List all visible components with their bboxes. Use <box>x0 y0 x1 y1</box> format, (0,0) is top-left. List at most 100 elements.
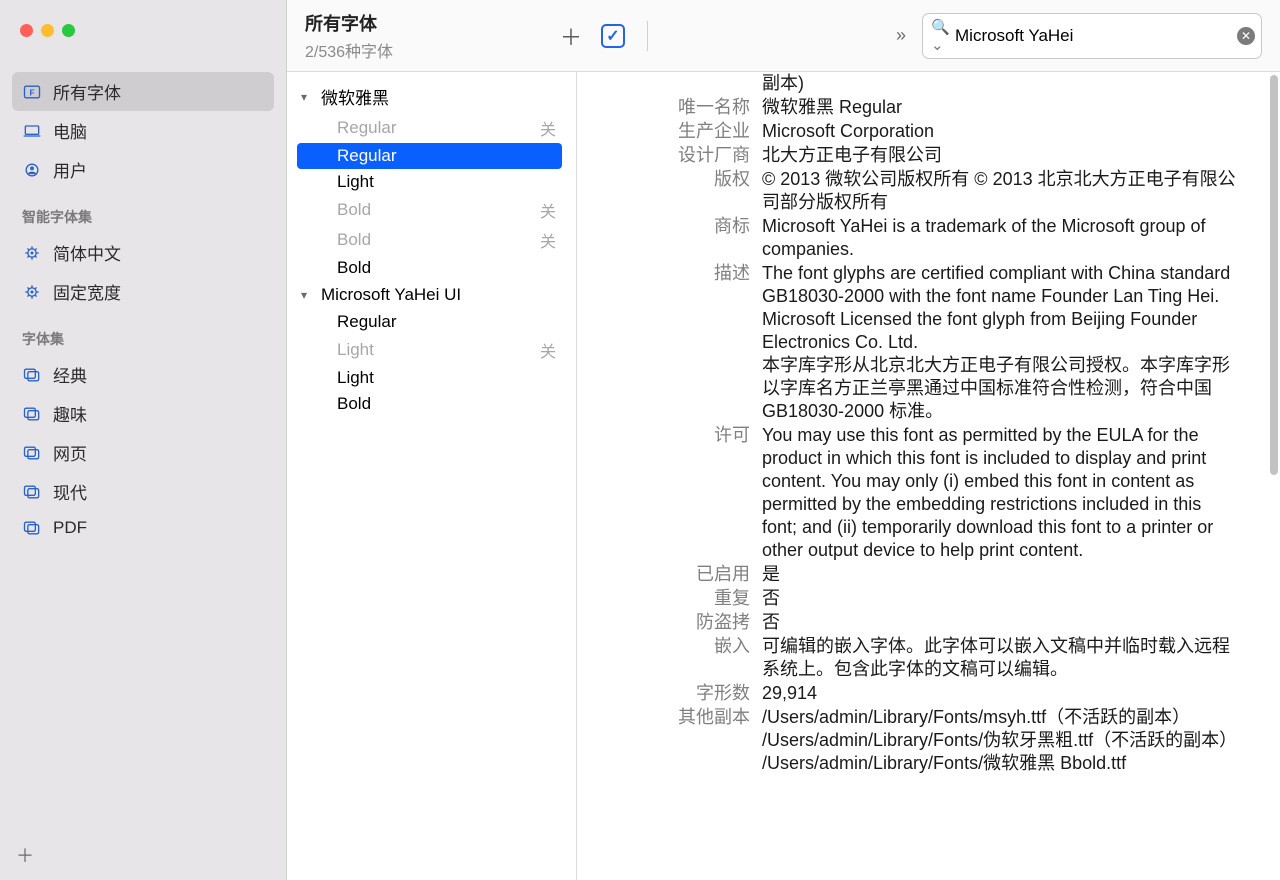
detail-label: 描述 <box>597 262 762 423</box>
window-controls <box>0 0 286 72</box>
sidebar-item-label: 现代 <box>53 479 87 504</box>
sidebar-item-classic[interactable]: 经典 <box>12 355 274 394</box>
gear-icon <box>22 283 42 301</box>
minimize-window-button[interactable] <box>41 24 54 37</box>
sidebar-item-label: 用户 <box>53 157 87 182</box>
style-name: Light <box>337 340 374 360</box>
detail-row: 描述The font glyphs are certified complian… <box>597 262 1240 424</box>
detail-row: 唯一名称微软雅黑 Regular <box>597 96 1240 120</box>
style-status: 关 <box>540 198 556 222</box>
add-collection-button[interactable]: ＋ <box>14 844 36 866</box>
style-name: Light <box>337 368 374 388</box>
font-style-row[interactable]: Bold <box>297 391 562 417</box>
detail-value: 是 <box>762 563 1240 586</box>
style-name: Bold <box>337 200 371 220</box>
sidebar-item-web[interactable]: 网页 <box>12 433 274 472</box>
detail-value: 否 <box>762 587 1240 610</box>
zoom-window-button[interactable] <box>62 24 75 37</box>
detail-label: 嵌入 <box>597 635 762 681</box>
sidebar-list: F 所有字体 电脑 用户 智能字体集 简体中文 固定宽度 字体集 经典 趣味 <box>0 72 286 834</box>
font-family-row[interactable]: ▾ Microsoft YaHei UI <box>297 281 562 309</box>
font-family-row[interactable]: ▾ 微软雅黑 <box>297 80 562 113</box>
detail-label: 其他副本 <box>597 706 762 775</box>
sidebar-group-collections: 字体集 <box>12 311 274 355</box>
detail-value: 否 <box>762 611 1240 634</box>
detail-row: 设计厂商北大方正电子有限公司 <box>597 144 1240 168</box>
add-font-button[interactable]: ＋ <box>555 22 587 50</box>
chevron-down-icon: ▾ <box>301 288 315 302</box>
style-status: 关 <box>540 228 556 252</box>
detail-label: 唯一名称 <box>597 96 762 119</box>
font-style-row[interactable]: Bold <box>297 255 562 281</box>
detail-value: Microsoft Corporation <box>762 120 1240 143</box>
family-name: 微软雅黑 <box>321 84 389 109</box>
detail-label: 设计厂商 <box>597 144 762 167</box>
detail-row: 嵌入可编辑的嵌入字体。此字体可以嵌入文稿中并临时载入远程系统上。包含此字体的文稿… <box>597 635 1240 682</box>
content-area: ▾微软雅黑Regular关RegularLightBold关Bold关Bold▾… <box>287 72 1280 880</box>
detail-row: 生产企业Microsoft Corporation <box>597 120 1240 144</box>
detail-value: 北大方正电子有限公司 <box>762 144 1240 167</box>
sidebar-group-smart: 智能字体集 <box>12 189 274 233</box>
detail-row: 已启用是 <box>597 563 1240 587</box>
font-style-row[interactable]: Bold 关 <box>297 195 562 225</box>
detail-row: 其他副本/Users/admin/Library/Fonts/msyh.ttf（… <box>597 706 1240 776</box>
font-style-row[interactable]: Regular <box>297 143 562 169</box>
close-window-button[interactable] <box>20 24 33 37</box>
style-name: Bold <box>337 230 371 250</box>
search-field[interactable]: 🔍⌄ ✕ <box>922 13 1262 59</box>
font-family-list[interactable]: ▾微软雅黑Regular关RegularLightBold关Bold关Bold▾… <box>287 72 577 880</box>
detail-value: The font glyphs are certified compliant … <box>762 262 1240 423</box>
sidebar-item-fun[interactable]: 趣味 <box>12 394 274 433</box>
style-name: Light <box>337 172 374 192</box>
sidebar-item-label: 简体中文 <box>53 240 121 265</box>
sidebar-item-all-fonts[interactable]: F 所有字体 <box>12 72 274 111</box>
sidebar-item-pdf[interactable]: PDF <box>12 511 274 545</box>
style-name: Bold <box>337 394 371 414</box>
sidebar-item-user[interactable]: 用户 <box>12 150 274 189</box>
sidebar-item-modern[interactable]: 现代 <box>12 472 274 511</box>
sidebar-item-label: 固定宽度 <box>53 279 121 304</box>
font-style-row[interactable]: Bold 关 <box>297 225 562 255</box>
sidebar-item-computer[interactable]: 电脑 <box>12 111 274 150</box>
font-details-panel[interactable]: 副本)唯一名称微软雅黑 Regular生产企业Microsoft Corpora… <box>577 72 1280 880</box>
sidebar-item-simplified-chinese[interactable]: 简体中文 <box>12 233 274 272</box>
detail-label: 许可 <box>597 424 762 562</box>
detail-row: 重复否 <box>597 587 1240 611</box>
check-icon: ✓ <box>601 24 625 48</box>
detail-value: © 2013 微软公司版权所有 © 2013 北京北大方正电子有限公司部分版权所… <box>762 168 1240 214</box>
sidebar-item-label: 电脑 <box>53 118 87 143</box>
gear-icon <box>22 244 42 262</box>
chevron-down-icon: ▾ <box>301 90 315 104</box>
sidebar-item-label: 所有字体 <box>53 79 121 104</box>
font-style-row[interactable]: Regular关 <box>297 113 562 143</box>
clear-search-button[interactable]: ✕ <box>1237 27 1255 45</box>
family-name: Microsoft YaHei UI <box>321 285 461 305</box>
sidebar-item-fixed-width[interactable]: 固定宽度 <box>12 272 274 311</box>
font-icon: F <box>22 83 42 101</box>
collection-icon <box>22 519 42 537</box>
laptop-icon <box>22 122 42 140</box>
detail-value: /Users/admin/Library/Fonts/msyh.ttf（不活跃的… <box>762 706 1240 775</box>
font-style-row[interactable]: Light <box>297 169 562 195</box>
search-input[interactable] <box>955 26 1237 46</box>
detail-row: 字形数29,914 <box>597 682 1240 706</box>
font-style-row[interactable]: Light <box>297 365 562 391</box>
font-style-row[interactable]: Regular <box>297 309 562 335</box>
detail-label: 防盗拷 <box>597 611 762 634</box>
enable-font-toggle[interactable]: ✓ <box>597 22 629 50</box>
font-style-row[interactable]: Light关 <box>297 335 562 365</box>
sidebar-item-label: 网页 <box>53 440 87 465</box>
collection-icon <box>22 444 42 462</box>
sidebar-item-label: PDF <box>53 518 87 538</box>
search-icon: 🔍⌄ <box>931 18 955 54</box>
sidebar-footer: ＋ <box>0 834 286 880</box>
sidebar: F 所有字体 电脑 用户 智能字体集 简体中文 固定宽度 字体集 经典 趣味 <box>0 0 287 880</box>
style-name: Regular <box>337 118 397 138</box>
overflow-button[interactable]: » <box>890 25 912 46</box>
scrollbar[interactable] <box>1270 75 1278 475</box>
detail-value: 29,914 <box>762 682 1240 705</box>
style-name: Regular <box>337 146 397 166</box>
detail-value: Microsoft YaHei is a trademark of the Mi… <box>762 215 1240 261</box>
user-icon <box>22 161 42 179</box>
detail-label: 商标 <box>597 215 762 261</box>
